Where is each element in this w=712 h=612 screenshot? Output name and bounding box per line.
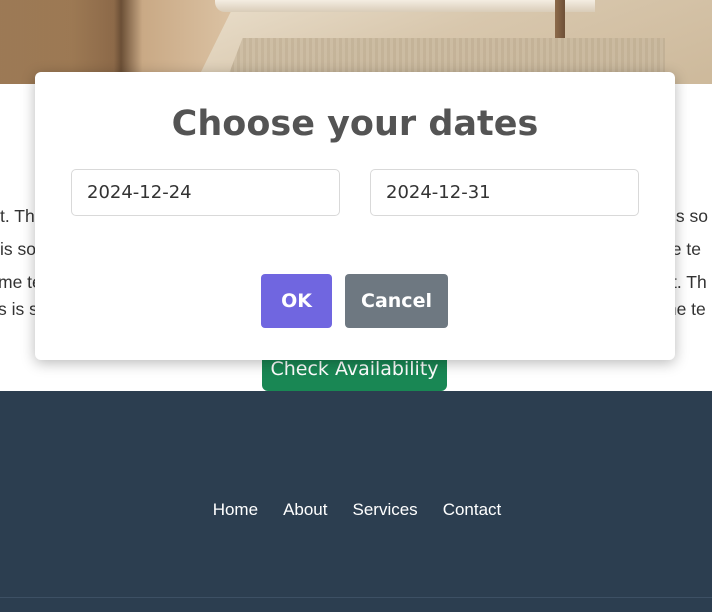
content-line-left: is so [0, 239, 36, 259]
cancel-button[interactable]: Cancel [345, 274, 448, 328]
date-picker-modal: Choose your dates OK Cancel [35, 72, 675, 360]
footer-divider [0, 597, 712, 598]
footer-link-about[interactable]: About [283, 500, 327, 520]
footer-link-services[interactable]: Services [353, 500, 418, 520]
content-line-left: s is s [0, 299, 38, 319]
ok-button[interactable]: OK [261, 274, 332, 328]
content-line-right: t. Th [672, 272, 707, 292]
content-line-left: t. Th [0, 206, 35, 226]
content-line-right: is so [672, 206, 708, 226]
start-date-input[interactable] [71, 169, 340, 216]
footer-link-home[interactable]: Home [213, 500, 258, 520]
footer-nav: Home About Services Contact [0, 500, 712, 520]
footer-link-contact[interactable]: Contact [443, 500, 502, 520]
hero-bed [215, 0, 595, 12]
footer: Home About Services Contact [0, 391, 712, 612]
hero-bedpost [555, 0, 565, 38]
end-date-input[interactable] [370, 169, 639, 216]
modal-title: Choose your dates [171, 104, 539, 144]
